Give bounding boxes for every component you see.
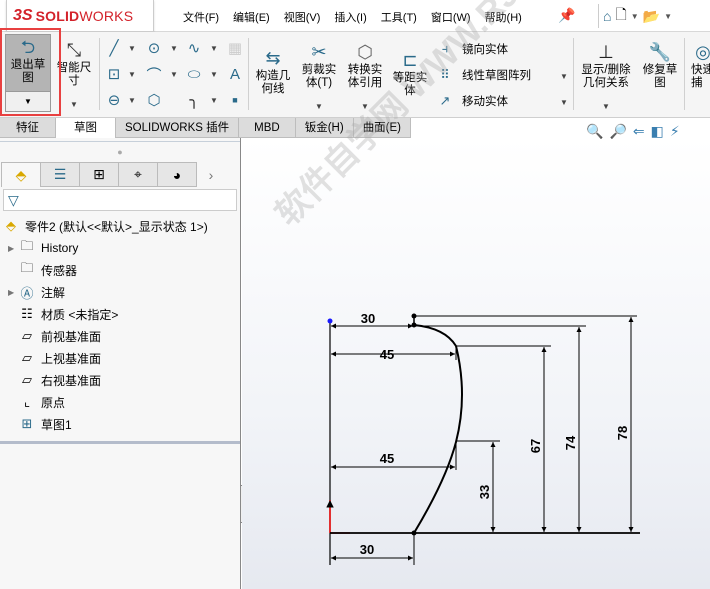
dim-text-45-upper[interactable]: 45 [380,347,394,362]
endpoint-marker[interactable] [327,318,333,324]
dim-text-67[interactable]: 67 [528,439,543,453]
dim-text-33[interactable]: 33 [477,485,492,499]
dim-text-45-lower[interactable]: 45 [380,451,394,466]
profile-spline[interactable] [413,324,463,534]
dim-text-top-30[interactable]: 30 [361,311,375,326]
dim-text-bottom-30[interactable]: 30 [360,542,374,557]
sketch-svg: 30 45 45 30 33 67 74 78 [326,311,640,565]
dim-text-74[interactable]: 74 [563,435,578,450]
dim-text-78[interactable]: 78 [615,426,630,440]
